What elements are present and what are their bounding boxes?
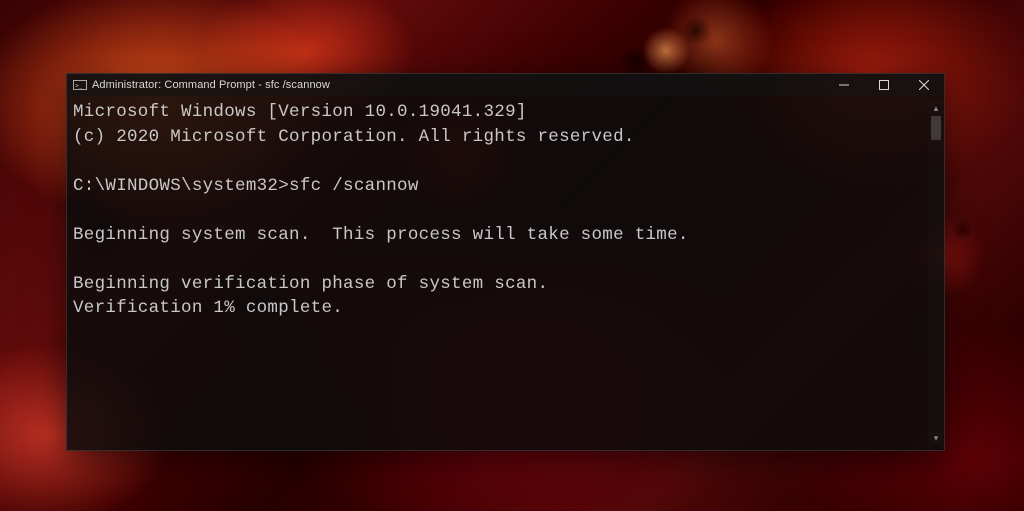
window-titlebar[interactable]: >_ Administrator: Command Prompt - sfc /… [67,74,944,96]
close-button[interactable] [904,74,944,96]
maximize-button[interactable] [864,74,904,96]
terminal-body[interactable]: Microsoft Windows [Version 10.0.19041.32… [67,96,944,450]
vertical-scrollbar[interactable]: ▴ ▾ [928,100,944,446]
scroll-down-arrow[interactable]: ▾ [928,430,944,446]
minimize-button[interactable] [824,74,864,96]
scroll-up-arrow[interactable]: ▴ [928,100,944,116]
command-prompt-window: >_ Administrator: Command Prompt - sfc /… [66,73,945,451]
terminal-output: Microsoft Windows [Version 10.0.19041.32… [73,100,928,446]
cmd-icon: >_ [73,80,87,90]
scroll-thumb[interactable] [931,116,941,140]
svg-text:>_: >_ [75,83,83,90]
window-title: Administrator: Command Prompt - sfc /sca… [92,79,330,91]
